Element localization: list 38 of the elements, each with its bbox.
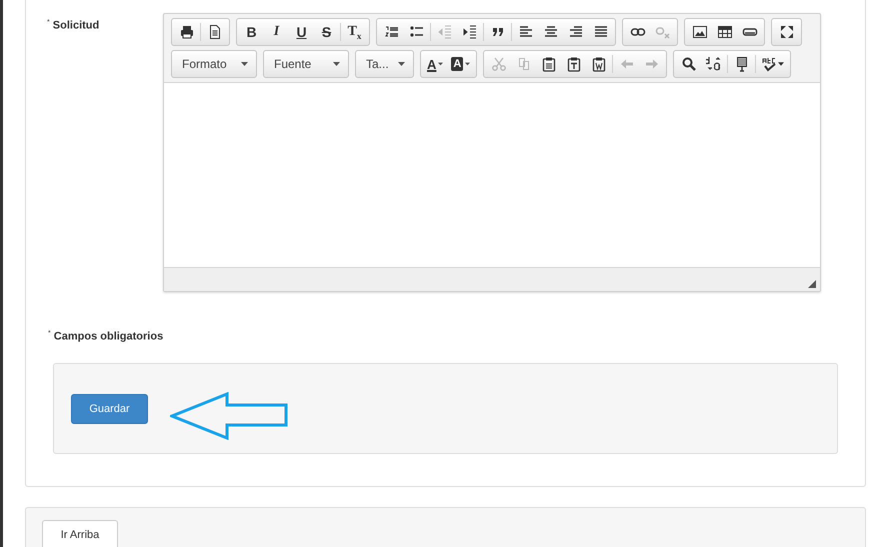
text-color-button[interactable]: A <box>423 53 448 75</box>
align-right-icon <box>568 24 584 40</box>
caret-icon <box>465 62 470 66</box>
caret-icon <box>778 62 784 66</box>
required-note: $^{*}$ Campos obligatorios <box>48 330 164 343</box>
image-icon <box>692 24 708 40</box>
caret-icon <box>438 62 444 66</box>
font-dropdown[interactable]: Fuente <box>266 51 346 77</box>
caret-icon <box>333 62 340 66</box>
outdent-icon <box>436 24 452 40</box>
align-left-icon <box>518 24 534 40</box>
table-icon <box>716 24 732 40</box>
underline-button[interactable]: U <box>290 21 314 43</box>
size-dropdown[interactable]: Ta... <box>358 51 411 77</box>
strikethrough-button[interactable]: S <box>314 21 338 43</box>
back-to-top-button[interactable]: Ir Arriba <box>42 520 118 547</box>
background-color-button[interactable]: A <box>447 53 474 75</box>
caret-icon <box>398 62 405 66</box>
find-icon <box>680 56 697 72</box>
italic-button[interactable]: I <box>264 21 288 43</box>
remove-format-button[interactable]: T$_{x}$ <box>342 21 366 43</box>
replace-icon <box>706 56 722 72</box>
caret-icon <box>241 62 248 66</box>
cut-icon <box>490 56 507 72</box>
save-button[interactable]: Guardar <box>71 394 148 424</box>
paste-text-icon <box>566 56 582 72</box>
align-center-icon <box>542 24 558 40</box>
indent-icon <box>462 24 478 40</box>
justify-icon <box>592 24 608 40</box>
bold-button[interactable]: B <box>240 21 264 43</box>
spellcheck-icon <box>762 56 778 72</box>
field-label: $^{*}$ Solicitud <box>46 18 100 34</box>
paste-word-icon <box>590 56 607 72</box>
paste-icon <box>540 56 557 72</box>
format-dropdown[interactable]: Formato <box>174 51 254 77</box>
print-icon <box>178 24 194 40</box>
resize-handle-icon[interactable] <box>808 280 816 288</box>
maximize-icon <box>778 24 794 40</box>
